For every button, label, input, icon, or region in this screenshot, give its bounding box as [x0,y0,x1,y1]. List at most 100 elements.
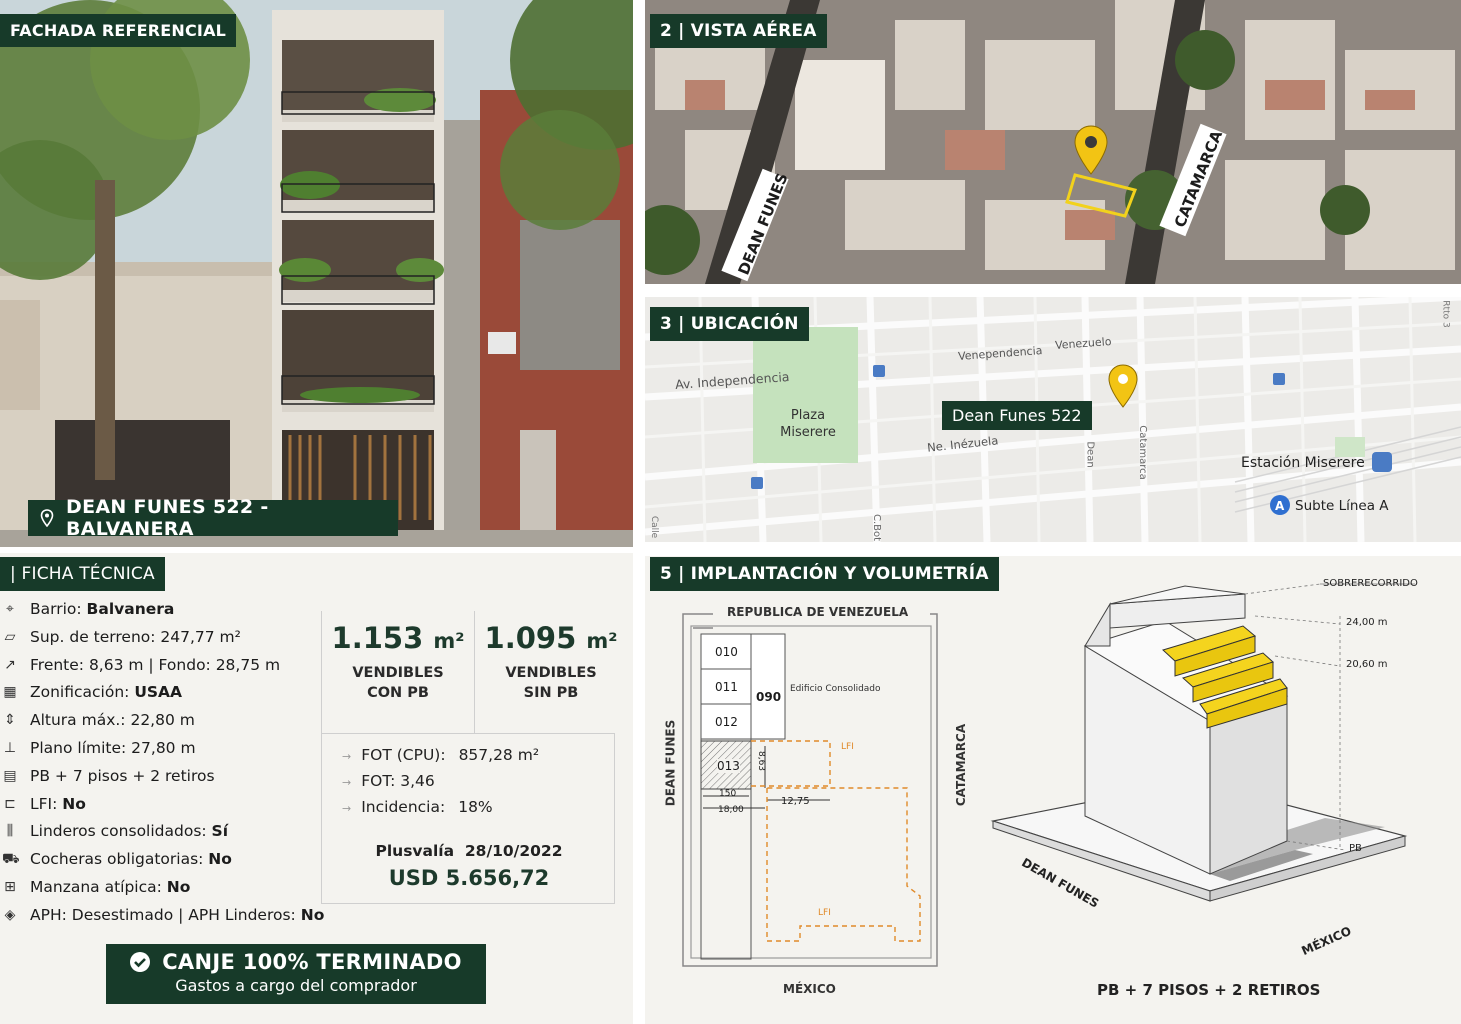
map-panel: 3 | UBICACIÓN Av. Independencia Venepend… [645,297,1461,542]
spec-label: APH: Desestimado | APH Linderos: [30,905,301,924]
dim-1275: 12,75 [781,796,810,807]
lfi-top: LFI [841,742,854,752]
fot-value: 857,28 m² [458,746,540,764]
plan-right-street: CATAMARCA [954,723,969,807]
vend-sin-num: 1.095 [484,621,577,655]
buildings-icon: ▦ [3,684,17,701]
facade-panel: FACHADA REFERENCIAL DEAN FUNES 522 - BAL… [0,0,633,547]
lfi-bottom: LFI [818,908,831,918]
plaza-line-2: Miserere [780,425,836,440]
map-subte-label: Subte Línea A [1295,498,1389,514]
vend-sin-unit: m² [586,629,618,653]
spec-value: No [62,794,86,813]
facade-address-badge: DEAN FUNES 522 - BALVANERA [28,496,398,540]
spec-row: ⫼ Linderos consolidados: Sí [2,821,228,841]
ficha-tag: | FICHA TÉCNICA [0,557,165,591]
fot-label: FOT (CPU): [361,746,446,764]
bus-stop-icon [1273,373,1285,385]
spec-value: Balvanera [86,600,175,618]
spec-label: Cocheras obligatorias: [30,850,209,869]
vol-pb: PB [1349,843,1362,854]
spec-label: Sup. de terreno: 247,77 m² [30,627,241,646]
ficha-panel: | FICHA TÉCNICA ⌖ Barrio: Balvanera ▱ Sup. … [0,553,633,1024]
plan-bottom-street: MÉXICO [783,982,836,996]
heritage-icon: ◈ [4,906,16,923]
map-subte-badge: A [1275,499,1285,513]
canje-banner: CANJE 100% TERMINADO Gastos a cargo del … [106,944,486,1004]
neighbors-icon: ⫼ [6,823,14,840]
divider-vertical [633,0,645,1024]
fot-value: 18% [458,798,493,816]
fot-label: FOT: 3,46 [361,772,435,790]
lot-012: 012 [715,715,738,729]
vend-con-num: 1.153 [331,621,424,655]
block-icon: ⊞ [4,879,16,895]
vend-con-line1: VENDIBLES [352,665,444,681]
spec-row: ⛟ Cocheras obligatorias: No [2,849,232,869]
spec-label: Zonificación: [30,683,135,702]
bullet-arrow-icon: → [342,750,352,763]
canje-title: CANJE 100% TERMINADO [162,950,462,974]
plaza-line-1: Plaza [790,408,826,423]
vend-sin-line2: SIN PB [523,685,579,701]
aerial-tag: 2 | VISTA AÉREA [650,14,827,48]
bullet-arrow-icon: → [342,802,352,815]
fot-row: → Incidencia: 18% [342,798,493,816]
spec-row: ⊏ LFI: No [2,794,86,814]
lfi-icon: ⊏ [4,795,16,812]
spec-row: ⊞ Manzana atípica: No [2,877,190,897]
vend-con-unit: m² [433,629,465,653]
fot-label: Incidencia: [361,798,446,816]
spec-row: ⇕ Altura máx.: 22,80 m [2,710,195,730]
lot-011: 011 [715,680,738,694]
dim-depth: 8,63 [756,750,767,772]
vol-h2060: 20,60 m [1346,659,1388,670]
implantacion-panel: 5 | IMPLANTACIÓN Y VOLUMETRÍA REPUBLICA … [645,556,1461,1024]
page-root: FACHADA REFERENCIAL DEAN FUNES 522 - BAL… [0,0,1461,1024]
spec-row: ↗ Frente: 8,63 m | Fondo: 28,75 m [2,655,280,675]
dim-1800: 18,00 [718,805,744,815]
floors-icon: ▤ [3,767,17,784]
spec-value: USAA [134,683,183,702]
map-plaza-label: Plaza Miserere [763,407,853,441]
facade-illustration [0,0,633,547]
plusvalia-label: Plusvalía 28/10/2022 [375,842,563,860]
vol-h24: 24,00 m [1346,617,1388,628]
vendibles-sin-pb: 1.095 m² VENDIBLES SIN PB [475,621,627,703]
height-icon: ⇕ [4,712,16,729]
spec-value: No [300,905,325,924]
car-icon: ⛟ [2,851,20,868]
spec-label: Altura máx.: 22,80 m [30,711,195,730]
spec-label: Manzana atípica: [30,878,167,896]
plan-top-street: REPUBLICA DE VENEZUELA [723,605,913,619]
plusvalia-box: Plusvalía 28/10/2022 USD 5.656,72 [321,828,615,904]
vendibles-box: 1.153 m² VENDIBLES CON PB 1.095 m² VENDI… [321,611,617,735]
spec-value: No [166,878,191,896]
plan-left-street: DEAN FUNES [663,719,678,807]
map-street-catamarca: Catamarca [1136,425,1148,480]
location-pin-icon [40,509,54,527]
canje-sub: Gastos a cargo del comprador [175,976,417,995]
map-tag: 3 | UBICACIÓN [650,307,809,341]
dim-150: 150 [719,789,737,799]
spec-value: Sí [211,822,229,841]
lot-090: 090 [756,690,782,704]
plusvalia-value: USD 5.656,72 [388,866,550,890]
fot-box: → FOT (CPU): 857,28 m² → FOT: 3,46 → Incidenci… [321,733,615,829]
spec-row: ⌖ Barrio: Balvanera [2,599,174,619]
spec-row: ▤ PB + 7 pisos + 2 retiros [2,766,214,786]
spec-value: No [208,850,232,869]
lot-010: 010 [715,645,738,659]
spec-label: Plano límite: 27,80 m [30,739,196,757]
spec-label: Linderos consolidados: [30,822,212,841]
map-street-calle-left: Calle [649,515,660,539]
vendibles-con-pb: 1.153 m² VENDIBLES CON PB [322,621,474,703]
plane-limit-icon: ⊥ [3,740,17,756]
spec-label: Barrio: [30,600,87,618]
vol-sobrerecorrido: SOBRERECORRIDO [1323,578,1418,589]
pin-outline-icon: ⌖ [6,601,14,617]
fot-row: → FOT (CPU): 857,28 m² [342,746,539,764]
dimension-arrow-icon: ↗ [4,656,16,673]
lot-013: 013 [717,759,740,773]
map-pin-label: Dean Funes 522 [942,401,1092,430]
